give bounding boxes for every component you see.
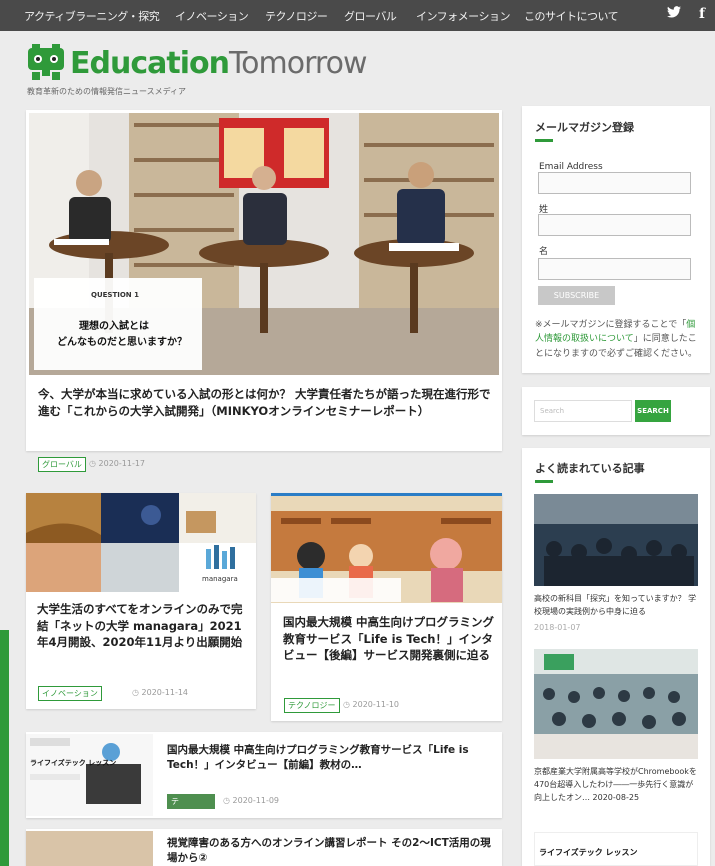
popular-item-image[interactable] xyxy=(534,494,698,586)
site-tagline: 教育革新のための情報発信ニュースメディア xyxy=(27,87,187,96)
list-item-title[interactable]: 視覚障害のある方へのオンライン講習レポート その2〜ICT活用の現場から② xyxy=(167,836,497,866)
decorative-strip xyxy=(0,630,9,866)
twitter-icon[interactable] xyxy=(667,6,681,22)
nav-item-active-learning[interactable]: アクティブラーニング・探究 xyxy=(24,8,160,24)
article-card[interactable]: 国内最大規模 中高生向けプログラミング教育サービス「Life is Tech！」… xyxy=(271,493,502,721)
popular-item-image[interactable] xyxy=(534,649,698,759)
nav-item-innovation[interactable]: イノベーション xyxy=(175,8,249,24)
heading-underline xyxy=(535,480,553,483)
nav-item-information[interactable]: インフォメーション xyxy=(416,8,510,24)
search-button[interactable]: SEARCH xyxy=(635,400,671,422)
featured-overlay-text-1: 理想の入試とは xyxy=(79,321,149,332)
article-card[interactable]: managara 大学生活のすべてをオンラインのみで完結「ネットの大学 mana… xyxy=(26,493,256,709)
subscribe-button[interactable]: SUBSCRIBE xyxy=(538,286,615,305)
newsletter-widget: メールマガジン登録 Email Address 姓 名 SUBSCRIBE ※メ… xyxy=(522,106,710,373)
search-widget: Search SEARCH xyxy=(522,387,710,435)
article-tag[interactable]: テクノロジー xyxy=(284,698,340,713)
note-text-pre: ※メールマガジンに登録することで「 xyxy=(535,320,687,330)
list-item-date: 2020-11-09 xyxy=(223,796,280,805)
list-item[interactable]: 視覚障害のある方へのオンライン講習レポート その2〜ICT活用の現場から② xyxy=(26,829,502,866)
featured-article-title[interactable]: 今、大学が本当に求めている入試の形とは何か？ 大学責任者たちが語った現在進行形で… xyxy=(38,386,494,419)
newsletter-note: ※メールマガジンに登録することで「個人情報の取扱いについて」に同意したことになり… xyxy=(535,318,703,361)
logo-education-text: Education xyxy=(70,46,230,81)
popular-item-title[interactable]: 京都産業大学附属高等学校がChromebookを470台超導入したわけ――一歩先… xyxy=(534,766,700,804)
popular-articles-widget: よく読まれている記事 高校の新科目「探究」を知っていますか？ 学校現場の実践例か… xyxy=(522,448,710,866)
article-tag[interactable]: イノベーション xyxy=(38,686,102,701)
list-item-tag[interactable]: テ xyxy=(167,794,215,809)
featured-overlay-text-2: どんなものだと思いますか？ xyxy=(57,337,187,348)
popular-item-thumb-label: ライフイズテック レッスン xyxy=(539,848,638,857)
article-date: 2020-11-10 xyxy=(343,700,400,709)
article-date: 2020-11-14 xyxy=(132,688,189,697)
article-image[interactable] xyxy=(271,493,502,603)
featured-article-card[interactable]: QUESTION 1 理想の入試とは どんなものだと思いますか？ 今、大学が本当… xyxy=(26,110,502,472)
list-item-title[interactable]: 国内最大規模 中高生向けプログラミング教育サービス「Life is Tech！」… xyxy=(167,743,492,773)
email-field[interactable] xyxy=(538,172,691,194)
heading-underline xyxy=(535,139,553,142)
site-logo[interactable]: EducationTomorrow xyxy=(70,46,367,81)
first-name-field[interactable] xyxy=(538,258,691,280)
newsletter-heading: メールマガジン登録 xyxy=(535,121,634,134)
list-item-image[interactable]: ライフイズテック レッスン xyxy=(26,734,153,816)
last-name-field[interactable] xyxy=(538,214,691,236)
article-title[interactable]: 国内最大規模 中高生向けプログラミング教育サービス「Life is Tech！」… xyxy=(283,614,495,664)
popular-item-image[interactable]: ライフイズテック レッスン xyxy=(534,832,698,866)
featured-article-date: 2020-11-17 xyxy=(89,459,146,468)
featured-article-tag[interactable]: グローバル xyxy=(38,457,86,472)
facebook-icon[interactable]: f xyxy=(699,6,705,22)
list-item[interactable]: ライフイズテック レッスン 国内最大規模 中高生向けプログラミング教育サービス「… xyxy=(26,732,502,818)
email-label: Email Address xyxy=(539,162,603,172)
popular-item-title[interactable]: 高校の新科目「探究」を知っていますか？ 学校現場の実践例から中身に迫る xyxy=(534,593,700,619)
top-navigation: アクティブラーニング・探究 イノベーション テクノロジー グローバル インフォメ… xyxy=(0,0,715,31)
nav-item-global[interactable]: グローバル xyxy=(344,8,397,24)
featured-article-image[interactable]: QUESTION 1 理想の入試とは どんなものだと思いますか？ xyxy=(29,113,499,375)
logo-tomorrow-text: Tomorrow xyxy=(228,46,368,81)
article-thumb-label: managara xyxy=(202,575,238,583)
nav-item-technology[interactable]: テクノロジー xyxy=(265,8,328,24)
logo-icon[interactable] xyxy=(26,44,66,82)
featured-overlay-question: QUESTION 1 xyxy=(91,291,139,299)
nav-item-about[interactable]: このサイトについて xyxy=(524,8,619,24)
list-item-image[interactable] xyxy=(26,831,153,866)
article-image[interactable]: managara xyxy=(26,493,256,592)
popular-item-date: 2018-01-07 xyxy=(534,623,581,632)
article-title[interactable]: 大学生活のすべてをオンラインのみで完結「ネットの大学 managara」2021… xyxy=(37,601,249,651)
list-item-thumb-label: ライフイズテック レッスン xyxy=(30,759,117,767)
first-name-label: 名 xyxy=(539,247,549,257)
search-input[interactable]: Search xyxy=(534,400,632,422)
popular-heading: よく読まれている記事 xyxy=(535,462,645,475)
